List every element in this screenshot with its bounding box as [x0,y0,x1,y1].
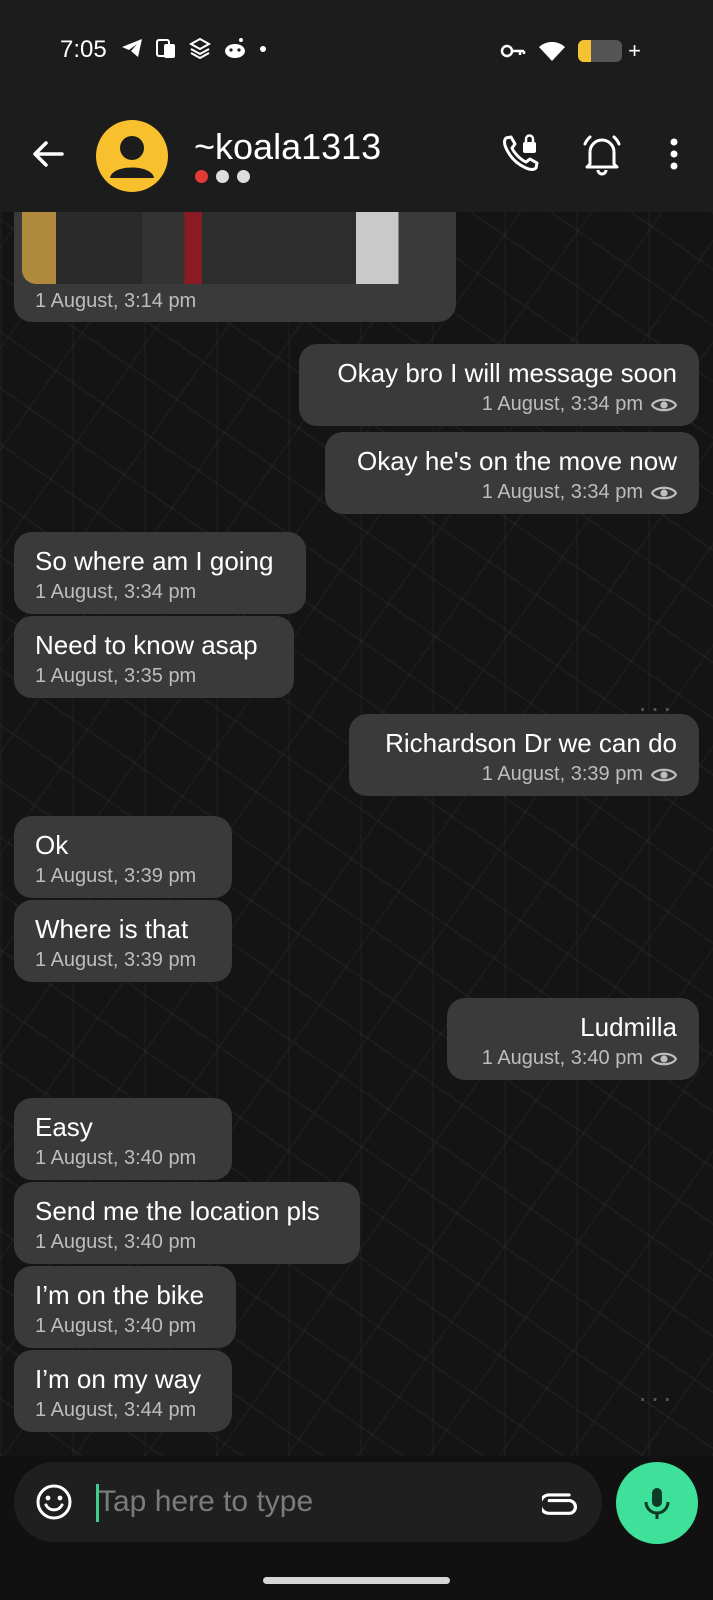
cards-icon [156,39,175,58]
status-dot [237,170,250,183]
message-text: I’m on the bike [35,1280,205,1310]
bell-icon[interactable] [578,130,626,178]
notification-icons [120,36,268,60]
eye-icon [651,1052,677,1065]
reddit-icon [225,38,245,58]
message-text: Ok [35,830,69,860]
message-text: Easy [35,1112,93,1142]
security-status-dots [195,170,250,183]
telegram-icon [122,39,142,57]
charging-icon: + [628,38,641,63]
home-indicator[interactable] [263,1577,450,1584]
eye-icon [651,486,677,499]
message-composer [14,1462,602,1542]
eye-icon [651,768,677,781]
more-vertical-icon[interactable] [650,130,698,178]
phone-call-icon[interactable] [496,130,544,178]
message-time: 1 August, 3:14 pm [35,290,197,312]
message-text: Send me the location pls [35,1196,320,1226]
message-text: Need to know asap [35,630,258,660]
person-icon [110,136,154,178]
battery-icon [578,40,623,62]
eye-icon [651,398,677,411]
photo-message[interactable]: 1 August, 3:14 pm [14,212,456,322]
incoming-message[interactable]: Where is that 1 August, 3:39 pm [14,900,232,982]
message-meta: 1 August, 3:34 pm [482,481,677,504]
smiley-icon[interactable] [34,1482,74,1522]
message-meta: 1 August, 3:39 pm [482,763,677,786]
message-time: 1 August, 3:39 pm [481,763,643,785]
chat-header: ~koala1313 [0,100,713,212]
more-notifications-dot-icon [260,46,266,52]
message-time: 1 August, 3:40 pm [35,1147,197,1169]
message-text: So where am I going [35,546,274,576]
outgoing-message[interactable]: Richardson Dr we can do 1 August, 3:39 pm [349,714,699,796]
message-time: 1 August, 3:40 pm [481,1047,643,1069]
message-meta: 1 August, 3:40 pm [482,1047,677,1070]
photo-thumbnail[interactable] [22,212,450,284]
incoming-message[interactable]: I’m on the bike 1 August, 3:40 pm [14,1266,236,1348]
incoming-message[interactable]: So where am I going 1 August, 3:34 pm [14,532,306,614]
message-input[interactable] [82,1476,522,1528]
message-time: 1 August, 3:40 pm [35,1231,197,1253]
incoming-message[interactable]: I’m on my way 1 August, 3:44 pm [14,1350,232,1432]
decorative-dots: ··· [638,1382,675,1413]
message-text: Ludmilla [580,1012,677,1042]
message-meta: 1 August, 3:40 pm [35,1315,196,1338]
paperclip-icon[interactable] [542,1484,582,1520]
message-time: 1 August, 3:39 pm [35,865,197,887]
message-meta: 1 August, 3:34 pm [35,581,196,604]
contact-name[interactable]: ~koala1313 [194,126,381,168]
message-meta: 1 August, 3:39 pm [35,949,196,972]
incoming-message[interactable]: Ok 1 August, 3:39 pm [14,816,232,898]
text-cursor [96,1484,99,1522]
vpn-key-icon [500,44,526,58]
incoming-message[interactable]: Send me the location pls 1 August, 3:40 p… [14,1182,360,1264]
arrow-left-icon[interactable] [28,134,68,174]
status-dot [216,170,229,183]
message-list[interactable]: 1 August, 3:14 pm Okay bro I will messag… [0,212,713,1456]
microphone-button[interactable] [616,1462,698,1544]
system-icons: + [500,38,641,64]
status-bar: 7:05 + [0,0,713,100]
message-text: Richardson Dr we can do [385,728,677,758]
outgoing-message[interactable]: Ludmilla 1 August, 3:40 pm [447,998,699,1080]
message-time: 1 August, 3:40 pm [35,1315,197,1337]
decorative-dots: ··· [638,692,675,723]
status-time: 7:05 [60,36,107,63]
message-meta: 1 August, 3:44 pm [35,1399,196,1422]
outgoing-message[interactable]: Okay bro I will message soon 1 August, 3:… [299,344,699,426]
message-meta: 1 August, 3:40 pm [35,1147,196,1170]
message-time: 1 August, 3:34 pm [35,581,197,603]
incoming-message[interactable]: Need to know asap 1 August, 3:35 pm [14,616,294,698]
avatar[interactable] [96,120,168,192]
message-time: 1 August, 3:39 pm [35,949,197,971]
message-meta: 1 August, 3:34 pm [482,393,677,416]
microphone-icon [644,1488,670,1519]
wifi-icon [539,41,566,61]
status-dot-red [195,170,208,183]
message-time: 1 August, 3:34 pm [481,393,643,415]
message-meta: 1 August, 3:39 pm [35,865,196,888]
message-text: Okay bro I will message soon [337,358,677,388]
message-text: I’m on my way [35,1364,202,1394]
incoming-message[interactable]: Easy 1 August, 3:40 pm [14,1098,232,1180]
message-text: Where is that [35,914,189,944]
message-time: 1 August, 3:44 pm [35,1399,197,1421]
layers-icon [188,37,212,60]
message-time: 1 August, 3:35 pm [35,665,197,687]
message-meta: 1 August, 3:35 pm [35,665,196,688]
message-time: 1 August, 3:34 pm [481,481,643,503]
message-meta: 1 August, 3:40 pm [35,1231,196,1254]
outgoing-message[interactable]: Okay he's on the move now 1 August, 3:34 … [325,432,699,514]
message-text: Okay he's on the move now [356,446,677,476]
